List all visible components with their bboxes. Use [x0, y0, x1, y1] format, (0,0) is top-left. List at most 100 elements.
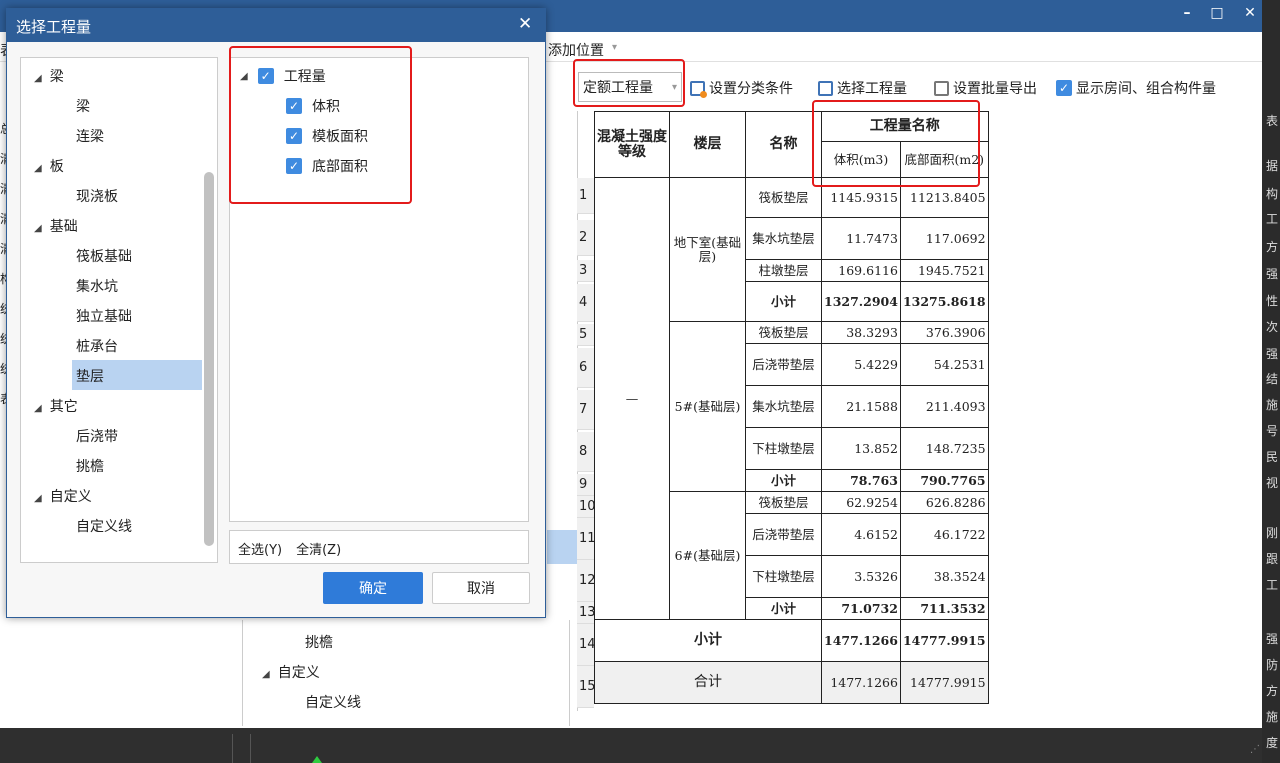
maximize-icon[interactable]: □ — [1202, 5, 1232, 21]
row-number[interactable]: 14 — [577, 624, 596, 666]
cell-area: 13275.8618 — [899, 281, 989, 322]
set-category-button[interactable]: 设置分类条件 — [690, 78, 793, 98]
cell-volume: 13.852 — [821, 427, 901, 470]
checkbox-checked-icon: ✓ — [1056, 80, 1072, 96]
batch-export-button[interactable]: 设置批量导出 — [934, 78, 1037, 98]
row-number[interactable]: 7 — [577, 390, 594, 430]
highlight-box-quantity-header — [812, 100, 980, 187]
cell-name: 后浇带垫层 — [745, 513, 822, 556]
cell-volume: 4.6152 — [821, 513, 901, 556]
cell-floor: 6#(基础层) — [669, 491, 746, 620]
table-icon — [818, 80, 833, 96]
expand-arrow-icon: ◢ — [34, 163, 42, 174]
cell-volume: 1477.1266 — [821, 661, 901, 704]
cell-area: 14777.9915 — [899, 619, 989, 662]
cell-name: 集水坑垫层 — [745, 217, 822, 260]
row-number[interactable]: 6 — [577, 348, 594, 388]
cell-area: 376.3906 — [899, 321, 989, 344]
cell-name: 集水坑垫层 — [745, 385, 822, 428]
cancel-button[interactable]: 取消 — [432, 572, 530, 604]
tree-node-beam[interactable]: ◢ 梁 — [34, 66, 64, 86]
row-number[interactable]: 10 — [577, 496, 596, 518]
tree-item-custom-line[interactable]: 自定义线 — [76, 516, 132, 536]
cell-volume: 21.1588 — [821, 385, 901, 428]
row-number[interactable]: 2 — [577, 220, 594, 256]
cell-area: 790.7765 — [899, 469, 989, 492]
header-floor[interactable]: 楼层 — [669, 111, 746, 178]
tree-item-beam[interactable]: 梁 — [76, 96, 90, 116]
cell-volume: 1477.1266 — [821, 619, 901, 662]
status-divider — [232, 734, 233, 763]
cell-area: 1945.7521 — [899, 259, 989, 282]
tree-item-eave[interactable]: 挑檐 — [76, 456, 104, 476]
cell-volume: 3.5326 — [821, 555, 901, 598]
cell-name: 筏板垫层 — [745, 491, 822, 514]
row-number[interactable]: 9 — [577, 474, 594, 496]
highlight-box-checklist — [229, 46, 412, 204]
cell-name: 筏板垫层 — [745, 177, 822, 218]
row-number[interactable]: 11 — [577, 518, 596, 560]
tree-item-cushion[interactable]: 垫层 — [76, 366, 104, 386]
cell-name: 小计 — [745, 281, 822, 322]
cell-name: 小计 — [745, 469, 822, 492]
cell-area: 711.3532 — [899, 597, 989, 620]
row-number[interactable]: 15 — [577, 666, 596, 708]
select-all-link[interactable]: 全选(Y) — [238, 539, 282, 558]
tree-node-custom[interactable]: ◢ 自定义 — [34, 486, 92, 506]
cell-name: 合计 — [594, 661, 822, 704]
cell-name: 下柱墩垫层 — [745, 427, 822, 470]
cell-name: 筏板垫层 — [745, 321, 822, 344]
row-number[interactable]: 3 — [577, 260, 594, 282]
tree-item-post-pour[interactable]: 后浇带 — [76, 426, 118, 446]
table-row-grade-subtotal[interactable]: 小计 1477.1266 14777.9915 — [594, 619, 989, 662]
settings-table-icon — [690, 80, 707, 98]
tree-node-slab[interactable]: ◢ 板 — [34, 156, 64, 176]
bg-tree-item[interactable]: ◢ 自定义 — [262, 662, 320, 682]
row-number[interactable]: 4 — [577, 284, 594, 322]
tree-item-raft[interactable]: 筏板基础 — [76, 246, 132, 266]
tree-item-sump[interactable]: 集水坑 — [76, 276, 118, 296]
close-icon[interactable]: ✕ — [1235, 5, 1265, 21]
show-rooms-toggle[interactable]: ✓ 显示房间、组合构件量 — [1056, 78, 1216, 98]
status-bar — [0, 728, 1262, 763]
row-number[interactable]: 13 — [577, 602, 596, 624]
tree-item-cast-slab[interactable]: 现浇板 — [76, 186, 118, 206]
cell-area: 117.0692 — [899, 217, 989, 260]
tree-item-isolated[interactable]: 独立基础 — [76, 306, 132, 326]
row-number[interactable]: 12 — [577, 560, 596, 602]
tree-node-foundation[interactable]: ◢ 基础 — [34, 216, 78, 236]
tree-node-other[interactable]: ◢ 其它 — [34, 396, 78, 416]
cell-name: 小计 — [594, 619, 822, 662]
tree-item-pile-cap[interactable]: 桩承台 — [76, 336, 118, 356]
resize-grip-icon[interactable]: ⋰ — [1250, 744, 1260, 755]
row-number[interactable]: 8 — [577, 432, 594, 472]
expand-arrow-icon: ◢ — [34, 493, 42, 504]
bg-tree-item[interactable]: 自定义线 — [305, 692, 361, 712]
header-grade[interactable]: 混凝土强度等级 — [594, 111, 670, 178]
tree-item-coupling-beam[interactable]: 连梁 — [76, 126, 104, 146]
highlight-box-dropdown — [573, 59, 685, 107]
close-icon[interactable]: ✕ — [518, 14, 532, 34]
header-name[interactable]: 名称 — [745, 111, 822, 178]
row-number[interactable]: 1 — [577, 178, 594, 214]
cell-area: 14777.9915 — [899, 661, 989, 704]
table-row-total[interactable]: 合计 1477.1266 14777.9915 — [594, 661, 989, 704]
cell-name: 小计 — [745, 597, 822, 620]
cell-volume: 1327.2904 — [821, 281, 901, 322]
minimize-icon[interactable]: – — [1172, 5, 1202, 21]
clear-all-link[interactable]: 全清(Z) — [296, 539, 341, 558]
row-number[interactable]: 5 — [577, 324, 594, 346]
cell-name: 柱墩垫层 — [745, 259, 822, 282]
cell-volume: 169.6116 — [821, 259, 901, 282]
cell-volume: 62.9254 — [821, 491, 901, 514]
arrow-up-icon — [312, 756, 322, 763]
chevron-down-icon[interactable]: ▾ — [612, 42, 617, 53]
cell-volume: 71.0732 — [821, 597, 901, 620]
tree-scrollbar[interactable] — [204, 172, 214, 546]
bg-tree-item[interactable]: 挑檐 — [305, 632, 333, 652]
expand-arrow-icon: ◢ — [34, 223, 42, 234]
menu-add-location[interactable]: 添加位置 — [548, 40, 604, 60]
select-quantity-button[interactable]: 选择工程量 — [818, 78, 907, 98]
ok-button[interactable]: 确定 — [323, 572, 423, 604]
cell-grade: — — [594, 177, 670, 620]
